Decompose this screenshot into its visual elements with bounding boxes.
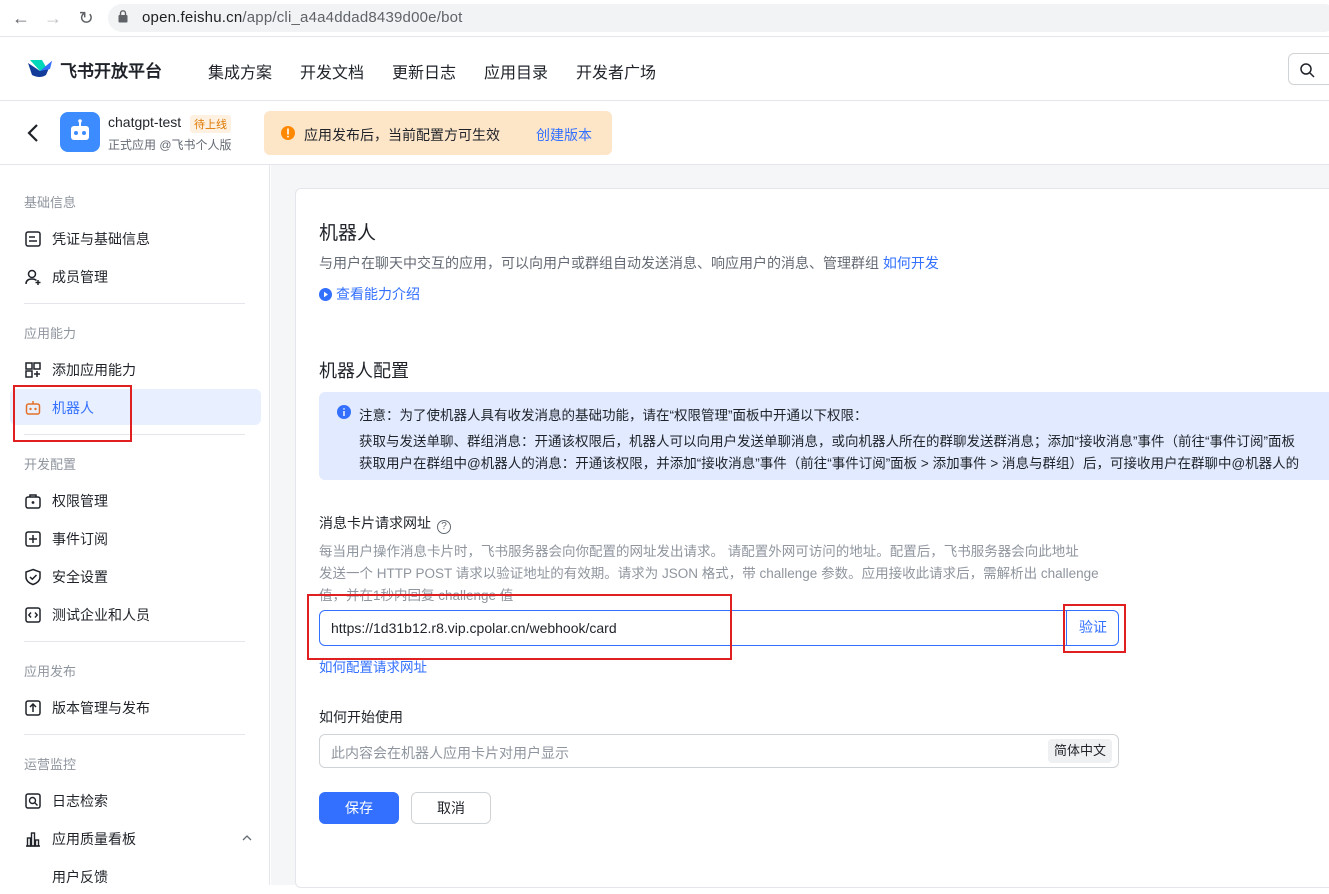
- info-line-1: 注意：为了使机器人具有收发消息的基础功能，请在“权限管理”面板中开通以下权限：: [359, 408, 868, 423]
- sidebar-item-versions[interactable]: 版本管理与发布: [10, 689, 261, 725]
- notice-text: 应用发布后，当前配置方可生效: [304, 127, 500, 143]
- lock-icon: [118, 10, 128, 23]
- usage-input[interactable]: 此内容会在机器人应用卡片对用户显示 简体中文: [319, 734, 1119, 768]
- brand-name[interactable]: 飞书开放平台: [60, 57, 162, 82]
- sidebar-item-user-feedback[interactable]: 用户反馈: [10, 858, 261, 894]
- sidebar-item-label: 日志检索: [52, 793, 108, 809]
- info-icon: [337, 405, 351, 419]
- sidebar-group-monitoring: 运营监控: [24, 757, 77, 772]
- nav-item-solutions[interactable]: 集成方案: [208, 59, 272, 83]
- sidebar-item-events[interactable]: 事件订阅: [10, 520, 261, 556]
- sidebar-divider: [24, 641, 245, 642]
- sidebar-item-label: 添加应用能力: [52, 362, 136, 378]
- back-arrow-icon[interactable]: ←: [10, 7, 32, 29]
- sidebar-group-dev-config: 开发配置: [24, 457, 77, 472]
- sidebar-item-members[interactable]: 成员管理: [10, 258, 261, 294]
- cancel-button[interactable]: 取消: [411, 792, 491, 824]
- sidebar-item-security[interactable]: 安全设置: [10, 558, 261, 594]
- sidebar-item-label: 用户反馈: [52, 869, 108, 885]
- test-icon: [25, 607, 41, 623]
- card-url-hint: 发送一个 HTTP POST 请求以验证地址的有效期。请求为 JSON 格式，带…: [319, 566, 1099, 581]
- release-icon: [25, 700, 41, 716]
- search-icon: [1300, 63, 1315, 78]
- credential-icon: [25, 231, 41, 247]
- browser-toolbar: ← → ↻ open.feishu.cn/app/cli_a4a4ddad843…: [0, 0, 1329, 37]
- usage-placeholder: 此内容会在机器人应用卡片对用户显示: [331, 745, 569, 761]
- usage-label: 如何开始使用: [319, 709, 403, 725]
- forward-arrow-icon[interactable]: →: [42, 7, 64, 29]
- chevron-up-icon[interactable]: [242, 835, 252, 841]
- content-card: [295, 188, 1329, 888]
- how-to-develop-link[interactable]: 如何开发: [883, 255, 939, 271]
- nav-item-docs[interactable]: 开发文档: [300, 59, 364, 83]
- sidebar: 基础信息 凭证与基础信息 成员管理 应用能力 添加应用能力 机器人 开发配置 权…: [0, 165, 270, 885]
- app-name: chatgpt-test: [108, 114, 182, 130]
- app-avatar: [60, 112, 100, 152]
- sidebar-item-quality-dashboard[interactable]: 应用质量看板: [10, 820, 261, 856]
- sidebar-item-test-org[interactable]: 测试企业和人员: [10, 596, 261, 632]
- sidebar-item-label: 凭证与基础信息: [52, 231, 150, 247]
- info-line-2: 获取与发送单聊、群组消息：开通该权限后，机器人可以向用户发送单聊消息，或向机器人…: [359, 434, 1295, 449]
- sidebar-item-label: 版本管理与发布: [52, 700, 150, 716]
- sidebar-item-label: 应用质量看板: [52, 831, 136, 847]
- sidebar-group-capabilities: 应用能力: [24, 326, 77, 341]
- publish-notice: 应用发布后，当前配置方可生效 创建版本: [264, 111, 612, 155]
- help-icon[interactable]: ?: [437, 520, 451, 534]
- sidebar-item-label: 成员管理: [52, 269, 108, 285]
- top-navigation: 飞书开放平台 集成方案 开发文档 更新日志 应用目录 开发者广场: [0, 37, 1329, 101]
- sidebar-item-label: 权限管理: [52, 493, 108, 509]
- permission-icon: [25, 494, 41, 509]
- page-description: 与用户在聊天中交互的应用，可以向用户或群组自动发送消息、响应用户的消息、管理群组…: [319, 255, 939, 271]
- permission-info-box: 注意：为了使机器人具有收发消息的基础功能，请在“权限管理”面板中开通以下权限： …: [319, 392, 1329, 480]
- member-icon: [25, 269, 41, 285]
- card-url-label: 消息卡片请求网址?: [319, 513, 451, 534]
- chart-icon: [26, 832, 40, 847]
- sidebar-item-label: 安全设置: [52, 569, 108, 585]
- sidebar-item-log-search[interactable]: 日志检索: [10, 782, 261, 818]
- view-intro-link[interactable]: 查看能力介绍: [319, 284, 420, 304]
- event-icon: [25, 531, 41, 547]
- app-header: chatgpt-test 待上线 正式应用 @飞书个人版 应用发布后，当前配置方…: [0, 101, 1329, 165]
- app-subtitle: 正式应用 @飞书个人版: [108, 138, 232, 152]
- sidebar-divider: [24, 734, 245, 735]
- sidebar-item-add-capability[interactable]: 添加应用能力: [10, 351, 261, 387]
- info-line-3: 获取用户在群组中@机器人的消息：开通该权限，并添加“接收消息”事件（前往“事件订…: [359, 456, 1300, 471]
- search-input[interactable]: [1288, 53, 1329, 85]
- nav-item-app-directory[interactable]: 应用目录: [484, 59, 548, 83]
- page-title: 机器人: [319, 223, 377, 244]
- create-version-link[interactable]: 创建版本: [536, 125, 592, 145]
- highlight-box: [1063, 604, 1126, 653]
- highlight-box: [307, 594, 732, 660]
- sidebar-item-credentials[interactable]: 凭证与基础信息: [10, 220, 261, 256]
- card-url-hint: 每当用户操作消息卡片时，飞书服务器会向你配置的网址发出请求。 请配置外网可访问的…: [319, 544, 1079, 559]
- sidebar-item-label: 事件订阅: [52, 531, 108, 547]
- shield-icon: [25, 568, 41, 586]
- status-badge: 待上线: [190, 115, 231, 133]
- sidebar-divider: [24, 303, 245, 304]
- feishu-logo-icon: [28, 60, 52, 77]
- sidebar-group-basic: 基础信息: [24, 195, 77, 210]
- log-search-icon: [25, 793, 41, 809]
- nav-item-changelog[interactable]: 更新日志: [392, 59, 456, 83]
- back-chevron-icon[interactable]: [26, 123, 40, 143]
- sidebar-item-permissions[interactable]: 权限管理: [10, 482, 261, 518]
- add-capability-icon: [25, 362, 41, 378]
- nav-item-developer-square[interactable]: 开发者广场: [576, 59, 656, 83]
- reload-icon[interactable]: ↻: [75, 7, 97, 29]
- play-icon: [319, 288, 332, 301]
- warning-icon: [281, 126, 295, 140]
- address-bar[interactable]: open.feishu.cn/app/cli_a4a4ddad8439d00e/…: [108, 4, 1329, 32]
- url-text: open.feishu.cn/app/cli_a4a4ddad8439d00e/…: [142, 9, 463, 26]
- save-button[interactable]: 保存: [319, 792, 399, 824]
- language-selector[interactable]: 简体中文: [1047, 739, 1112, 763]
- robot-avatar-icon: [71, 119, 89, 140]
- sidebar-group-release: 应用发布: [24, 664, 77, 679]
- sidebar-item-label: 测试企业和人员: [52, 607, 150, 623]
- highlight-box: [13, 385, 132, 442]
- section-title: 机器人配置: [319, 361, 409, 381]
